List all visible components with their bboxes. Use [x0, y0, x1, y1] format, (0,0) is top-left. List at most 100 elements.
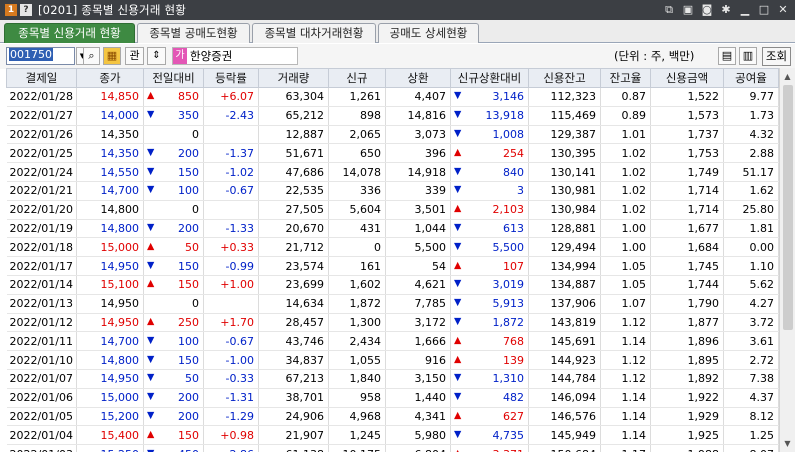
amount-cell: 1,929 [650, 407, 724, 427]
stock-code-input[interactable]: 001750 [6, 47, 75, 65]
table-row[interactable]: 2022/01/06 15,000 ▼ 200 -1.31 38,701 958 1,440 ▼… [6, 388, 779, 408]
favorites-icon[interactable]: ▦ [103, 47, 121, 65]
table-row[interactable]: 2022/01/26 14,350 0 12,887 2,065 3,073 ▼ 1,008 1… [6, 125, 779, 145]
balance-rate-cell: 1.12 [600, 313, 651, 333]
new-vs-repay-cell: ▼ 1,008 [450, 125, 529, 145]
minimize-icon[interactable]: ▁ [737, 2, 753, 18]
screen-number-badge[interactable]: 1 [5, 4, 17, 16]
balance-cell: 134,887 [528, 275, 601, 295]
header-new-vs-repay[interactable]: 신규상환대비 [450, 68, 529, 88]
table-row[interactable]: 2022/01/25 14,350 ▼ 200 -1.37 51,671 650 396 ▲ 25… [6, 143, 779, 164]
up-down-spin-icon[interactable]: ⇕ [147, 47, 166, 65]
table-row[interactable]: 2022/01/27 14,000 ▼ 350 -2.43 65,212 898 14,816… [6, 106, 779, 126]
table-row[interactable]: 2022/01/21 14,700 ▼ 100 -0.67 22,535 336 339 ▼ 3 1… [6, 181, 779, 201]
down-arrow-icon: ▼ [147, 259, 155, 271]
table-row[interactable]: 2022/01/0315,250▼ 450 -2.8661,13810,1756,8… [6, 444, 779, 452]
change-cell: ▼ 50 [143, 369, 204, 389]
credit-trading-table: 결제일 종가 전일대비 등락률 거래량 신규 상환 신규상환대비 신용잔고 잔고… [6, 68, 779, 452]
close-icon[interactable]: ✕ [775, 2, 791, 18]
balance-rate-cell: 1.02 [600, 200, 651, 220]
header-new[interactable]: 신규 [328, 68, 386, 88]
header-volume[interactable]: 거래량 [258, 68, 329, 88]
balance-rate-cell: 1.01 [600, 125, 651, 145]
repay-cell: 14,918 [385, 162, 451, 182]
related-button[interactable]: 관 [125, 47, 144, 65]
header-balance-rate[interactable]: 잔고율 [600, 68, 651, 88]
close-cell: 15,100 [76, 275, 144, 295]
change-value: 200 [178, 391, 199, 405]
new-vs-repay-cell: ▲ 2,103 [450, 200, 529, 220]
credit-ratio-cell: 4.27 [723, 294, 779, 314]
repay-cell: 1,440 [385, 388, 451, 408]
new-vs-repay-value: 482 [503, 391, 524, 405]
close-cell: 15,000 [76, 388, 144, 408]
date-cell: 2022/01/17 [6, 256, 77, 276]
balance-rate-cell: 1.12 [600, 350, 651, 370]
header-settlement-date[interactable]: 결제일 [6, 68, 77, 88]
screenshot-icon[interactable]: ▣ [680, 2, 696, 18]
header-prev-day-change[interactable]: 전일대비 [143, 68, 204, 88]
table-row[interactable]: 2022/01/18 15,000 ▲ 50 +0.33 21,712 0 5,500 ▼ 5,5… [6, 237, 779, 258]
tab-stock-lending[interactable]: 종목별 대차거래현황 [252, 23, 376, 43]
new-vs-repay-cell: ▲ 107 [450, 256, 529, 276]
table-row[interactable]: 2022/01/17 14,950 ▼ 150 -0.99 23,574 161 54 ▲ 107… [6, 256, 779, 276]
change-cell: ▼ 100 [143, 331, 204, 352]
rate-cell: +6.07 [203, 87, 259, 107]
help-icon[interactable]: ? [20, 4, 32, 16]
scroll-up-icon[interactable]: ▲ [780, 69, 795, 84]
header-repayment[interactable]: 상환 [385, 68, 451, 88]
tab-short-selling-detail[interactable]: 공매도 상세현황 [378, 23, 479, 43]
maximize-icon[interactable]: □ [756, 2, 772, 18]
table-view-icon[interactable]: ▤ [718, 47, 736, 65]
close-cell: 14,950 [76, 256, 144, 276]
header-credit-balance[interactable]: 신용잔고 [528, 68, 601, 88]
change-value: 100 [178, 334, 199, 348]
repay-cell: 3,172 [385, 313, 451, 333]
excel-export-icon[interactable]: ▥ [739, 47, 757, 65]
new-cell: 1,602 [328, 275, 386, 295]
table-row[interactable]: 2022/01/20 14,800 0 27,505 5,604 3,501 ▲ 2,103 1… [6, 200, 779, 220]
amount-cell: 1,737 [650, 125, 724, 145]
camera-icon[interactable]: ◙ [699, 2, 715, 18]
change-value: 350 [178, 109, 199, 123]
volume-cell: 28,457 [258, 313, 329, 333]
scrollbar-thumb[interactable] [783, 85, 793, 330]
table-row[interactable]: 2022/01/14 15,100 ▲ 150 +1.00 23,699 1,602 4,62… [6, 275, 779, 295]
up-arrow-icon: ▲ [451, 448, 461, 452]
repay-cell: 1,044 [385, 219, 451, 239]
lookup-button[interactable]: 조회 [762, 47, 791, 66]
date-cell: 2022/01/05 [6, 407, 77, 427]
tab-credit-trading[interactable]: 종목별 신용거래 현황 [4, 23, 135, 43]
header-close-price[interactable]: 종가 [76, 68, 144, 88]
table-row[interactable]: 2022/01/04 15,400 ▲ 150 +0.98 21,907 1,245 5,98… [6, 425, 779, 446]
table-row[interactable]: 2022/01/24 14,550 ▼ 150 -1.02 47,686 14,078 14,… [6, 162, 779, 182]
date-cell: 2022/01/21 [6, 181, 77, 201]
table-row[interactable]: 2022/01/05 15,200 ▼ 200 -1.29 24,906 4,968 4,34… [6, 407, 779, 427]
header-credit-ratio[interactable]: 공여율 [723, 68, 779, 88]
close-cell: 14,950 [76, 294, 144, 314]
header-change-rate[interactable]: 등락률 [203, 68, 259, 88]
search-icon[interactable]: ⌕ [83, 47, 100, 65]
settings-gear-icon[interactable]: ✱ [718, 2, 734, 18]
change-value: 0 [192, 203, 199, 217]
amount-cell: 1,790 [650, 294, 724, 314]
link-icon[interactable]: ⧉ [661, 2, 677, 18]
balance-cell: 130,981 [528, 181, 601, 201]
header-credit-amount[interactable]: 신용금액 [650, 68, 724, 88]
table-row[interactable]: 2022/01/28 14,850 ▲ 850 +6.07 63,304 1,261 4,40… [6, 87, 779, 107]
table-row[interactable]: 2022/01/12 14,950 ▲ 250 +1.70 28,457 1,300 3,17… [6, 313, 779, 333]
table-row[interactable]: 2022/01/19 14,800 ▼ 200 -1.33 20,670 431 1,044 ▼… [6, 219, 779, 239]
tab-bar: 종목별 신용거래 현황 종목별 공매도현황 종목별 대차거래현황 공매도 상세현… [0, 20, 795, 43]
tab-short-selling[interactable]: 종목별 공매도현황 [137, 23, 250, 43]
new-vs-repay-cell: ▼ 5,913 [450, 294, 529, 314]
vertical-scrollbar[interactable]: ▲ ▼ [779, 68, 795, 452]
new-vs-repay-cell: ▲ 3,371 [450, 444, 529, 452]
balance-cell: 145,691 [528, 331, 601, 352]
table-row[interactable]: 2022/01/10 14,800 ▼ 150 -1.00 34,837 1,055 916 ▲… [6, 350, 779, 370]
table-row[interactable]: 2022/01/13 14,950 0 14,634 1,872 7,785 ▼ 5,913 1… [6, 294, 779, 314]
new-cell: 431 [328, 219, 386, 239]
credit-ratio-cell: 1.25 [723, 425, 779, 446]
table-row[interactable]: 2022/01/11 14,700 ▼ 100 -0.67 43,746 2,434 1,66… [6, 331, 779, 352]
scroll-down-icon[interactable]: ▼ [780, 436, 795, 451]
table-row[interactable]: 2022/01/07 14,950 ▼ 50 -0.33 67,213 1,840 3,150… [6, 369, 779, 389]
